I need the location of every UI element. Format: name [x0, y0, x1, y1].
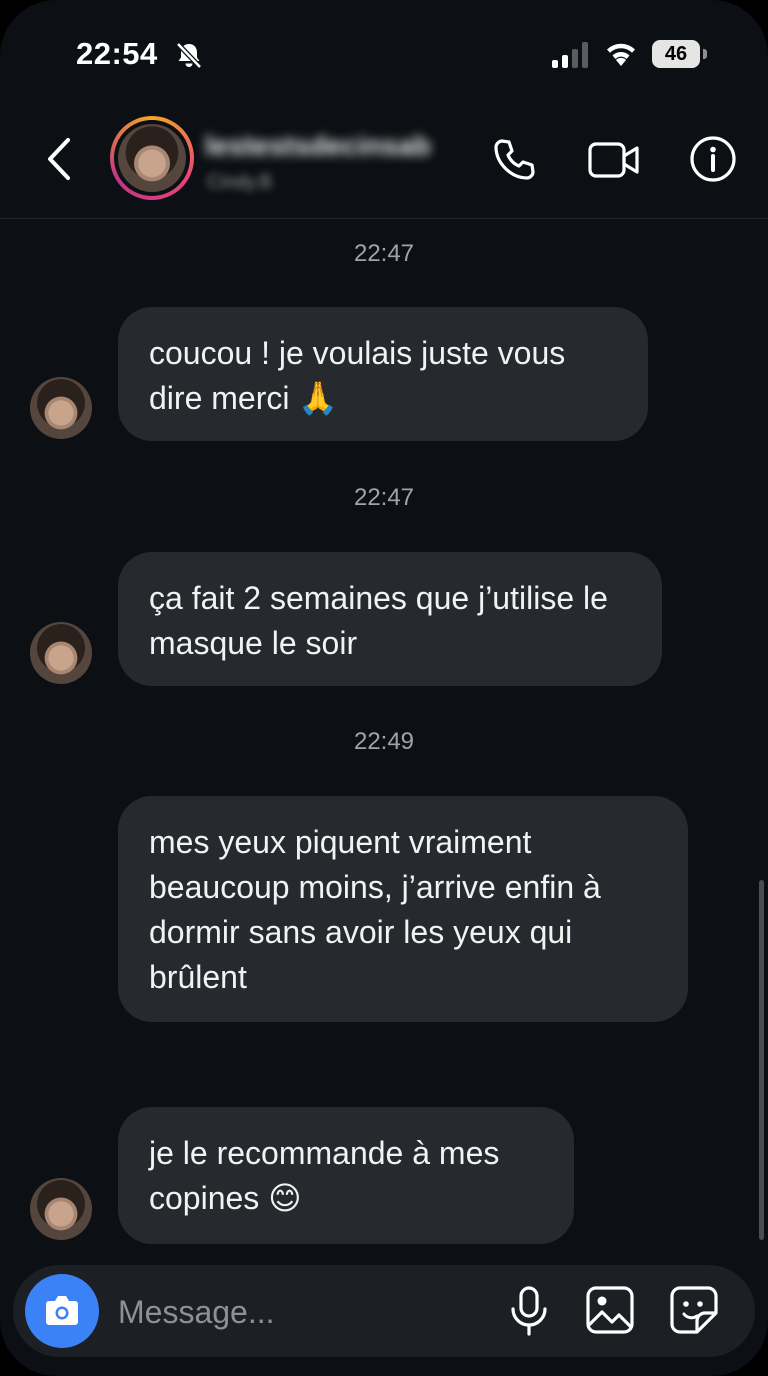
scrollbar[interactable] [759, 880, 764, 1240]
message-bubble[interactable]: je le recommande à mes copines 😊 [118, 1107, 574, 1244]
status-time: 22:54 [76, 36, 158, 71]
camera-button[interactable] [25, 1274, 99, 1348]
chat-header: lestestsdecinsab Cindy.B [0, 100, 768, 219]
contact-avatar[interactable] [110, 116, 194, 200]
message-bubble[interactable]: mes yeux piquent vraiment beaucoup moins… [118, 796, 688, 1022]
sender-avatar[interactable] [30, 622, 92, 684]
sender-avatar[interactable] [30, 1178, 92, 1240]
message-timestamp: 22:47 [353, 484, 415, 511]
bell-off-icon [176, 42, 202, 69]
camera-icon [46, 1296, 78, 1325]
back-icon[interactable] [38, 134, 82, 184]
sticker-icon[interactable] [669, 1285, 719, 1335]
info-icon[interactable] [688, 136, 738, 186]
microphone-icon[interactable] [507, 1285, 551, 1337]
contact-subtitle: Cindy.B [207, 172, 273, 193]
gallery-icon[interactable] [585, 1285, 635, 1335]
video-icon[interactable] [586, 136, 642, 184]
message-bubble[interactable]: coucou ! je voulais juste vous dire merc… [118, 307, 648, 441]
contact-username[interactable]: lestestsdecinsab [205, 130, 431, 162]
message-timestamp: 22:49 [353, 728, 415, 755]
dm-screen: 22:54 46 lestestsdecinsab Cindy.B 22:47 … [0, 0, 768, 1376]
wifi-icon [607, 43, 635, 66]
message-input[interactable] [116, 1287, 490, 1337]
battery-tip [703, 49, 707, 59]
sender-avatar[interactable] [30, 377, 92, 439]
message-timestamp: 22:47 [353, 240, 415, 267]
message-composer [13, 1265, 755, 1357]
signal-icon [552, 42, 592, 68]
battery-level: 46 [652, 40, 700, 68]
message-bubble[interactable]: ça fait 2 semaines que j’utilise le masq… [118, 552, 662, 686]
phone-icon[interactable] [490, 136, 538, 184]
